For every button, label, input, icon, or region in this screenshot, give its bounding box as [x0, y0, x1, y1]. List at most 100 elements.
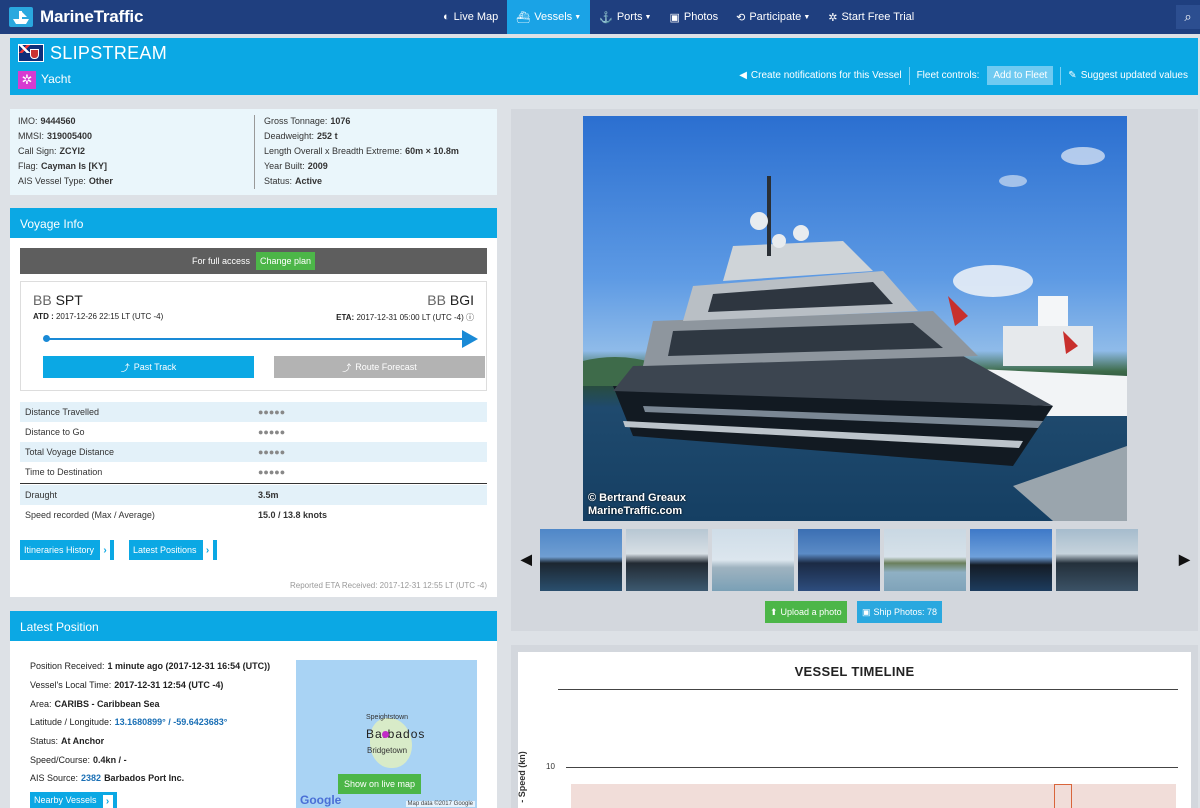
nav-free-trial-label: Start Free Trial	[841, 11, 915, 23]
position-map[interactable]: Speightstown Barbados Bridgetown Show on…	[296, 660, 477, 808]
thumbnail[interactable]	[970, 529, 1052, 591]
particular-value: ZCYI2	[59, 146, 86, 156]
position-label: Status:	[30, 736, 59, 746]
chevron-right-icon[interactable]: ▶	[1179, 551, 1190, 568]
arrival-port: BB BGI	[427, 292, 474, 308]
particular-label: MMSI:	[18, 131, 44, 141]
marinetraffic-logo[interactable]: MarineTraffic	[0, 5, 200, 29]
particular-label: AIS Vessel Type:	[18, 176, 86, 186]
upload-photo-button[interactable]: ⬆ Upload a photo	[765, 601, 847, 623]
search-icon[interactable]: ⌕	[1176, 5, 1200, 29]
change-plan-button[interactable]: Change plan	[255, 252, 316, 270]
ship-icon: ⛴	[516, 11, 531, 24]
table-row: Time to Destination ●●●●●	[20, 462, 487, 482]
nav-photos-label: Photos	[683, 11, 719, 23]
position-value: 1 minute ago (2017-12-31 16:54 (UTC))	[107, 661, 271, 671]
thumbnail[interactable]	[798, 529, 880, 591]
create-notifications-link[interactable]: Create notifications for this Vessel	[751, 70, 902, 81]
vessel-position-marker[interactable]	[382, 731, 389, 738]
nav-participate-label: Participate	[749, 11, 802, 23]
position-label: Speed/Course:	[30, 755, 91, 765]
latest-positions-button[interactable]: Latest Positions ›	[129, 540, 217, 560]
nav-participate[interactable]: ⟲ Participate ▼	[727, 0, 819, 34]
ship-logo-icon	[8, 5, 34, 29]
add-to-fleet-button[interactable]: Add to Fleet	[987, 66, 1054, 85]
camera-icon: ▣	[669, 11, 680, 24]
position-label: Area:	[30, 699, 52, 709]
forecast-icon: ⤴	[342, 362, 352, 373]
caret-down-icon: ▼	[574, 13, 582, 21]
nav-ports[interactable]: ⚓ Ports ▼	[590, 0, 660, 34]
row-value: 3.5m	[258, 490, 279, 500]
row-label: Distance Travelled	[25, 407, 100, 417]
timeline-gridline	[566, 767, 1178, 768]
particular-value: 1076	[330, 116, 351, 126]
cayman-flag-icon	[18, 44, 44, 62]
row-value: ●●●●●	[258, 467, 286, 477]
ship-photos-button[interactable]: ▣ Ship Photos: 78	[857, 601, 943, 623]
vessel-type: Yacht	[41, 72, 71, 86]
upload-photo-label: Upload a photo	[780, 607, 842, 617]
thumbnail[interactable]	[626, 529, 708, 591]
timeline-title: VESSEL TIMELINE	[794, 664, 915, 679]
timeline-band	[571, 784, 1176, 808]
nav-vessels[interactable]: ⛴ Vessels ▼	[507, 0, 591, 34]
particular-label: Deadweight:	[264, 131, 315, 141]
thumbnail[interactable]	[712, 529, 794, 591]
photo-credit-author: © Bertrand Greaux	[588, 492, 686, 504]
nearby-vessels-label: Nearby Vessels	[34, 795, 97, 805]
ais-source-id-link[interactable]: 2382	[81, 773, 101, 783]
position-value: CARIBS - Caribbean Sea	[54, 699, 160, 709]
chevron-right-icon: ›	[100, 540, 111, 560]
nav-photos[interactable]: ▣ Photos	[660, 0, 727, 34]
past-track-button[interactable]: ⤴ Past Track	[43, 356, 254, 378]
table-row: Distance Travelled ●●●●●	[20, 402, 487, 422]
divider	[1060, 66, 1062, 85]
photo-credit: © Bertrand Greaux MarineTraffic.com	[588, 492, 686, 518]
vessel-photo[interactable]: © Bertrand Greaux MarineTraffic.com	[583, 116, 1127, 521]
route-forecast-label: Route Forecast	[355, 362, 417, 372]
itineraries-history-button[interactable]: Itineraries History ›	[20, 540, 115, 560]
position-row: Status: At Anchor	[30, 736, 104, 746]
particular-value: 9444560	[40, 116, 76, 126]
nearby-vessels-button[interactable]: Nearby Vessels ›	[30, 792, 117, 808]
thumbnail[interactable]	[884, 529, 966, 591]
nav-live-map[interactable]: ◐ Live Map	[434, 0, 507, 34]
ship-photos-label: Ship Photos: 78	[873, 607, 938, 617]
google-logo: Google	[300, 793, 342, 807]
y-tick-label: 10	[546, 762, 555, 771]
lat-lon-link[interactable]: 13.1680899° / -59.6423683°	[115, 717, 228, 727]
voyage-details-table: Draught 3.5m Speed recorded (Max / Averag…	[20, 485, 487, 525]
atd-line: ATD : 2017-12-26 22:15 LT (UTC -4)	[33, 312, 163, 321]
particular-row: IMO: 9444560	[18, 116, 113, 131]
vessel-particulars: IMO: 9444560 MMSI: 319005400 Call Sign: ZCY…	[10, 109, 497, 195]
fleet-controls-label: Fleet controls:	[916, 70, 980, 81]
departure-port: BB SPT	[33, 292, 83, 308]
voyage-info-card: Voyage Info For full access Change plan …	[10, 208, 497, 597]
suggest-values-link[interactable]: Suggest updated values	[1081, 70, 1188, 81]
position-value: Barbados Port Inc.	[104, 773, 185, 783]
particular-row: Deadweight: 252 t	[264, 131, 459, 146]
particular-row: Status: Active	[264, 176, 459, 191]
nav-ports-label: Ports	[616, 11, 643, 23]
vessel-actions: ◀ Create notifications for this Vessel F…	[739, 66, 1188, 85]
info-icon[interactable]: ⓘ	[466, 313, 474, 322]
nav-free-trial[interactable]: ✲ Start Free Trial	[819, 0, 923, 34]
row-value: 15.0 / 13.8 knots	[258, 510, 328, 520]
full-access-bar: For full access Change plan	[20, 248, 487, 274]
chevron-left-icon[interactable]: ◀	[521, 551, 532, 568]
anchor-icon: ⚓	[599, 11, 613, 24]
row-value: ●●●●●	[258, 427, 286, 437]
nav-live-map-label: Live Map	[453, 11, 499, 23]
position-value: At Anchor	[61, 736, 105, 746]
show-on-live-map-button[interactable]: Show on live map	[338, 774, 422, 794]
particular-row: Call Sign: ZCYI2	[18, 146, 113, 161]
route-forecast-button[interactable]: ⤴ Route Forecast	[274, 356, 485, 378]
thumbnail[interactable]	[1056, 529, 1138, 591]
row-label: Total Voyage Distance	[25, 447, 115, 457]
photo-credit-site: MarineTraffic.com	[588, 505, 683, 517]
table-row: Distance to Go ●●●●●	[20, 422, 487, 442]
thumbnail[interactable]	[540, 529, 622, 591]
arrival-country: BB	[427, 292, 446, 308]
map-label: Barbados	[366, 727, 426, 741]
